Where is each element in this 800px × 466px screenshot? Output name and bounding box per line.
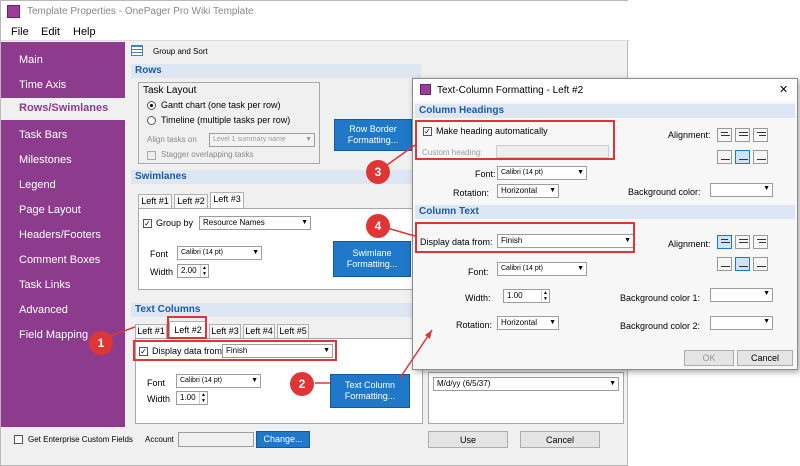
callout-line-4: [386, 227, 416, 237]
connector-arrow: [399, 329, 433, 379]
callout-badge-4: 4: [366, 214, 390, 238]
callout-badge-1: 1: [89, 331, 113, 355]
callout-badge-3: 3: [366, 160, 390, 184]
callout-badge-2: 2: [290, 372, 314, 396]
callout-arrows: [109, 144, 433, 384]
callout-line-1: [109, 326, 136, 337]
